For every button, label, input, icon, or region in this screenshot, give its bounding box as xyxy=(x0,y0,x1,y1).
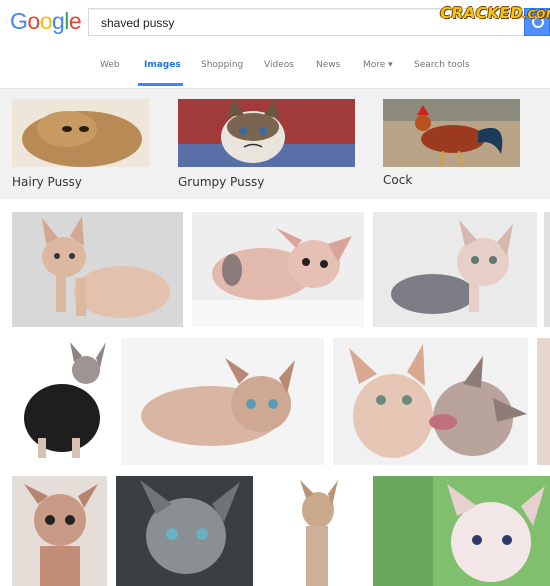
tab-videos[interactable]: Videos xyxy=(264,60,294,70)
image-result[interactable] xyxy=(333,338,528,465)
sphynx-cat-image xyxy=(12,212,183,327)
image-result[interactable] xyxy=(262,476,364,586)
related-thumb-hairy[interactable] xyxy=(12,99,149,167)
image-result-partial[interactable] xyxy=(537,338,550,465)
two-sphynx-cats-image xyxy=(333,338,528,465)
tab-more[interactable]: More ▾ xyxy=(363,60,393,70)
related-searches: Hairy Pussy Grumpy Pussy Cock xyxy=(0,89,550,199)
logo-letter: g xyxy=(51,8,65,34)
google-logo[interactable]: Google xyxy=(10,8,82,35)
hairy-cat-image xyxy=(12,99,149,167)
rooster-image xyxy=(383,99,520,167)
sphynx-cat-lying-image xyxy=(121,338,324,465)
sphynx-kitten-image xyxy=(192,212,364,327)
sphynx-cat-slim-image xyxy=(262,476,364,586)
active-tab-indicator xyxy=(138,83,183,86)
tab-web[interactable]: Web xyxy=(100,60,120,70)
related-label-grumpy[interactable]: Grumpy Pussy xyxy=(178,175,264,189)
search-nav: Web Images Shopping Videos News More ▾ S… xyxy=(0,56,550,88)
image-result[interactable] xyxy=(12,212,183,327)
image-result[interactable] xyxy=(121,338,324,465)
related-thumb-grumpy[interactable] xyxy=(178,99,355,167)
logo-letter: o xyxy=(39,8,53,34)
image-result[interactable] xyxy=(12,476,107,586)
image-result[interactable] xyxy=(373,212,537,327)
logo-letter: o xyxy=(27,8,40,34)
sphynx-cat-sitting-image xyxy=(373,212,537,327)
grumpy-cat-image xyxy=(178,99,355,167)
tab-search-tools[interactable]: Search tools xyxy=(414,60,470,70)
tab-news[interactable]: News xyxy=(316,60,340,70)
image-result-partial[interactable] xyxy=(544,212,550,327)
logo-letter: e xyxy=(68,8,82,34)
sphynx-cat-sweater-image xyxy=(12,338,112,465)
image-result[interactable] xyxy=(373,476,550,586)
sphynx-cat-gray-image xyxy=(116,476,253,586)
tab-images[interactable]: Images xyxy=(144,60,181,70)
related-label-hairy[interactable]: Hairy Pussy xyxy=(12,175,82,189)
image-result[interactable] xyxy=(116,476,253,586)
search-input[interactable] xyxy=(99,12,403,34)
image-result[interactable] xyxy=(12,338,112,465)
related-label-cock[interactable]: Cock xyxy=(383,173,412,187)
image-result[interactable] xyxy=(192,212,364,327)
white-sphynx-cat-image xyxy=(373,476,550,586)
sphynx-cat-standing-image xyxy=(12,476,107,586)
search-header: Google CRACKED.COM Web Images Shopping V… xyxy=(0,0,550,89)
cracked-watermark: CRACKED.COM xyxy=(438,4,550,22)
logo-letter: G xyxy=(10,8,28,34)
tab-shopping[interactable]: Shopping xyxy=(201,60,243,70)
related-thumb-cock[interactable] xyxy=(383,99,520,167)
